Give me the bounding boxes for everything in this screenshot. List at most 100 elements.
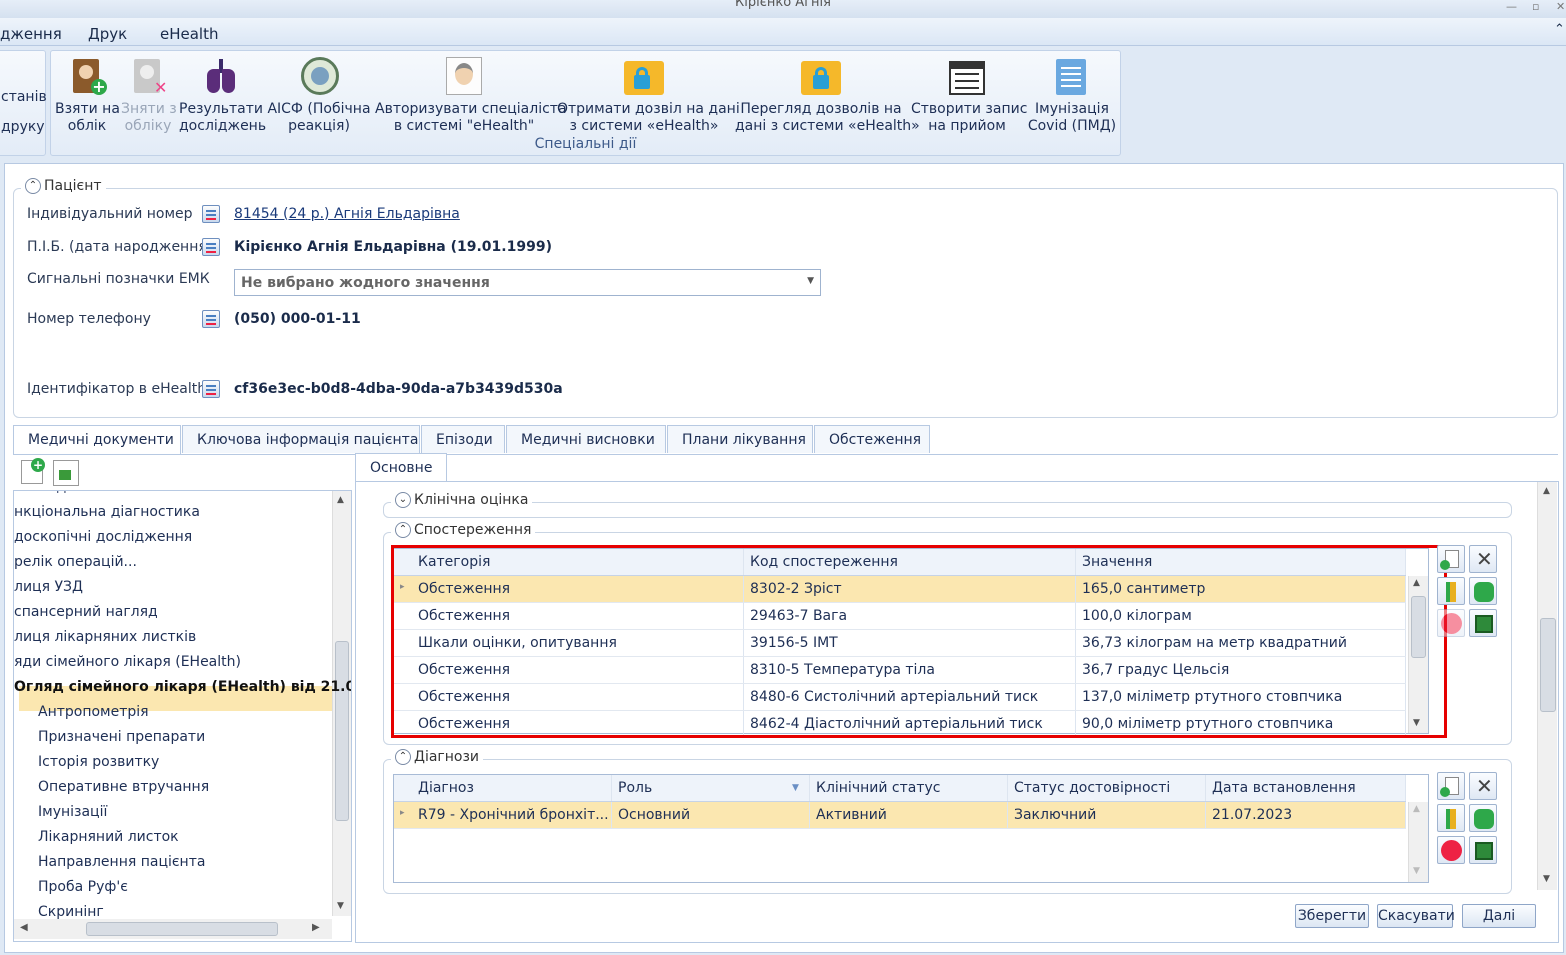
delete-icon xyxy=(1441,613,1462,634)
tree-item[interactable]: лиця лікарняних листків xyxy=(14,629,196,645)
col-clinical-status[interactable]: Клінічний статус xyxy=(810,775,1008,801)
authorize-specialist-label-2: в системі "eHealth" xyxy=(393,118,535,134)
col-verification-status[interactable]: Статус достовірності xyxy=(1008,775,1206,801)
tree-item[interactable]: Імунізації xyxy=(38,804,107,820)
col-diagnosis[interactable]: Діагноз xyxy=(412,775,612,801)
tree-item[interactable]: Лікарняний листок xyxy=(38,829,179,845)
tab-medical-documents[interactable]: Медичні документи xyxy=(13,425,181,454)
card-icon[interactable] xyxy=(202,310,220,328)
tree-item[interactable]: Призначені препарати xyxy=(38,729,205,745)
scroll-down-icon[interactable]: ▼ xyxy=(1543,874,1550,884)
card-icon[interactable] xyxy=(202,238,220,256)
card-icon[interactable] xyxy=(202,380,220,398)
diagnoses-scrollbar[interactable]: ▲ ▼ xyxy=(1408,802,1428,882)
tree-item[interactable]: доскопічні дослідження xyxy=(14,529,192,545)
observations-section-header[interactable]: ⌃ Спостереження xyxy=(391,522,536,538)
edit-diagnosis-button[interactable] xyxy=(1437,804,1465,832)
tab-medical-conclusions[interactable]: Медичні висновки xyxy=(506,425,666,453)
patient-id-link[interactable]: 81454 (24 р.) Агнія Ельдарівна xyxy=(234,206,460,222)
covid-immunization-button[interactable]: Імунізація Covid (ПМД) xyxy=(1027,57,1117,141)
link-diagnosis-button[interactable] xyxy=(1469,804,1497,832)
tab-main[interactable]: Основне xyxy=(355,453,447,482)
open-document-button[interactable] xyxy=(53,460,79,486)
diagnosis-tools-button[interactable]: ✕ xyxy=(1469,772,1497,800)
col-role[interactable]: Роль ▼ xyxy=(612,775,810,801)
close-icon[interactable]: ✕ xyxy=(1556,0,1565,13)
table-row[interactable]: ▸ R79 - Хронічний бронхіт... Основний Актив… xyxy=(394,802,1406,829)
collapse-icon[interactable]: ⌃ xyxy=(395,749,411,765)
scroll-up-icon[interactable]: ▲ xyxy=(337,495,344,505)
diagnoses-section-header[interactable]: ⌃ Діагнози xyxy=(391,749,484,765)
link-record-button[interactable] xyxy=(1469,577,1497,605)
tree-item[interactable]: Скринінг xyxy=(38,904,104,920)
filter-icon[interactable]: ▼ xyxy=(792,775,799,801)
tree-hscroll-thumb[interactable] xyxy=(86,922,278,936)
tree-scroll-thumb[interactable] xyxy=(335,641,349,821)
tree-item[interactable]: Проба Руф'є xyxy=(38,879,128,895)
tree-item[interactable]: котляди xyxy=(14,491,75,495)
ribbon-left-label-1[interactable]: станів xyxy=(1,89,47,105)
content-scroll-thumb[interactable] xyxy=(1540,618,1556,712)
export-record-button[interactable] xyxy=(1469,609,1497,637)
chevron-down-icon[interactable]: ▼ xyxy=(807,276,814,286)
tree-item[interactable]: Направлення пацієнта xyxy=(38,854,205,870)
view-permissions-button[interactable]: Перегляд дозволів на дані з системи «eHe… xyxy=(735,57,920,141)
delete-diagnosis-button[interactable] xyxy=(1437,836,1465,864)
tree-item[interactable]: лиця УЗД xyxy=(14,579,83,595)
maximize-icon[interactable]: ▫ xyxy=(1532,0,1539,13)
create-appointment-button[interactable]: Створити запис на прийом xyxy=(911,57,1027,141)
delete-record-button[interactable] xyxy=(1437,609,1465,637)
research-results-button[interactable]: Результати досліджень xyxy=(179,57,266,141)
scroll-down-icon[interactable]: ▼ xyxy=(1413,866,1420,876)
expand-icon[interactable]: ⌄ xyxy=(395,492,411,508)
menu-item-print[interactable]: Друк xyxy=(88,25,127,43)
tab-key-info[interactable]: Ключова інформація пацієнта xyxy=(182,425,420,453)
card-icon[interactable] xyxy=(202,205,220,223)
tree-item[interactable]: нкціональна діагностика xyxy=(14,504,200,520)
scroll-up-icon[interactable]: ▲ xyxy=(1413,804,1420,814)
aisf-button[interactable]: АІСФ (Побічна реакція) xyxy=(267,57,371,141)
next-button[interactable]: Далі xyxy=(1462,904,1536,928)
collapse-icon[interactable]: ⌃ xyxy=(395,522,411,538)
take-register-button[interactable]: + Взяти на облік xyxy=(55,57,120,141)
tree-item[interactable]: релік операцій... xyxy=(14,554,137,570)
tree-horizontal-scrollbar[interactable]: ◀ ▶ xyxy=(14,919,332,939)
tree-item[interactable]: Оперативне втручання xyxy=(38,779,209,795)
tab-examinations[interactable]: Обстеження xyxy=(814,425,930,453)
ribbon-left-label-2[interactable]: друку xyxy=(1,119,45,135)
content-scrollbar[interactable]: ▲ ▼ xyxy=(1537,482,1557,890)
signal-flags-combo[interactable]: Не вибрано жодного значення ▼ xyxy=(234,269,821,296)
help-icon[interactable]: ⌃ xyxy=(1554,22,1565,37)
add-record-button[interactable] xyxy=(1437,545,1465,573)
scroll-down-icon[interactable]: ▼ xyxy=(337,901,344,911)
tree-item[interactable]: яди сімейного лікаря (EHealth) xyxy=(14,654,241,670)
scroll-left-icon[interactable]: ◀ xyxy=(20,922,28,933)
scroll-right-icon[interactable]: ▶ xyxy=(312,922,320,933)
tab-episodes[interactable]: Епізоди xyxy=(421,425,505,453)
export-diagnosis-button[interactable] xyxy=(1469,836,1497,864)
tree-item[interactable]: Антропометрія xyxy=(38,704,149,720)
phone-value: (050) 000-01-11 xyxy=(234,311,361,327)
tools-button[interactable]: ✕ xyxy=(1469,545,1497,573)
authorize-specialist-button[interactable]: Авторизувати спеціаліста в системі "eHea… xyxy=(375,57,567,141)
tree-vertical-scrollbar[interactable]: ▲ ▼ xyxy=(332,491,351,916)
tree-item[interactable]: Історія розвитку xyxy=(38,754,159,770)
tab-treatment-plans[interactable]: Плани лікування xyxy=(667,425,813,453)
scroll-up-icon[interactable]: ▲ xyxy=(1543,486,1550,496)
patient-section-header[interactable]: ⌃ Пацієнт xyxy=(21,178,106,194)
tree-item[interactable]: Огляд сімейного лікаря (EHealth) від 21.… xyxy=(14,679,351,695)
add-document-button[interactable]: + xyxy=(19,458,47,486)
get-permission-button[interactable]: Отримати дозвіл на дані з системи «eHeal… xyxy=(557,57,740,141)
tree-item[interactable]: спансерний нагляд xyxy=(14,604,158,620)
menu-item-0[interactable]: дження xyxy=(0,25,62,43)
edit-record-button[interactable] xyxy=(1437,577,1465,605)
add-diagnosis-button[interactable] xyxy=(1437,772,1465,800)
clinical-section-header[interactable]: ⌄ Клінічна оцінка xyxy=(391,492,533,508)
minimize-icon[interactable]: — xyxy=(1506,0,1517,13)
remove-register-button[interactable]: ✕ Зняти з обліку xyxy=(121,57,177,141)
col-date[interactable]: Дата встановлення xyxy=(1206,775,1406,801)
menu-item-ehealth[interactable]: eHealth xyxy=(160,25,218,43)
collapse-icon[interactable]: ⌃ xyxy=(25,178,41,194)
cancel-button[interactable]: Скасувати xyxy=(1377,904,1455,928)
save-button[interactable]: Зберегти xyxy=(1295,904,1369,928)
